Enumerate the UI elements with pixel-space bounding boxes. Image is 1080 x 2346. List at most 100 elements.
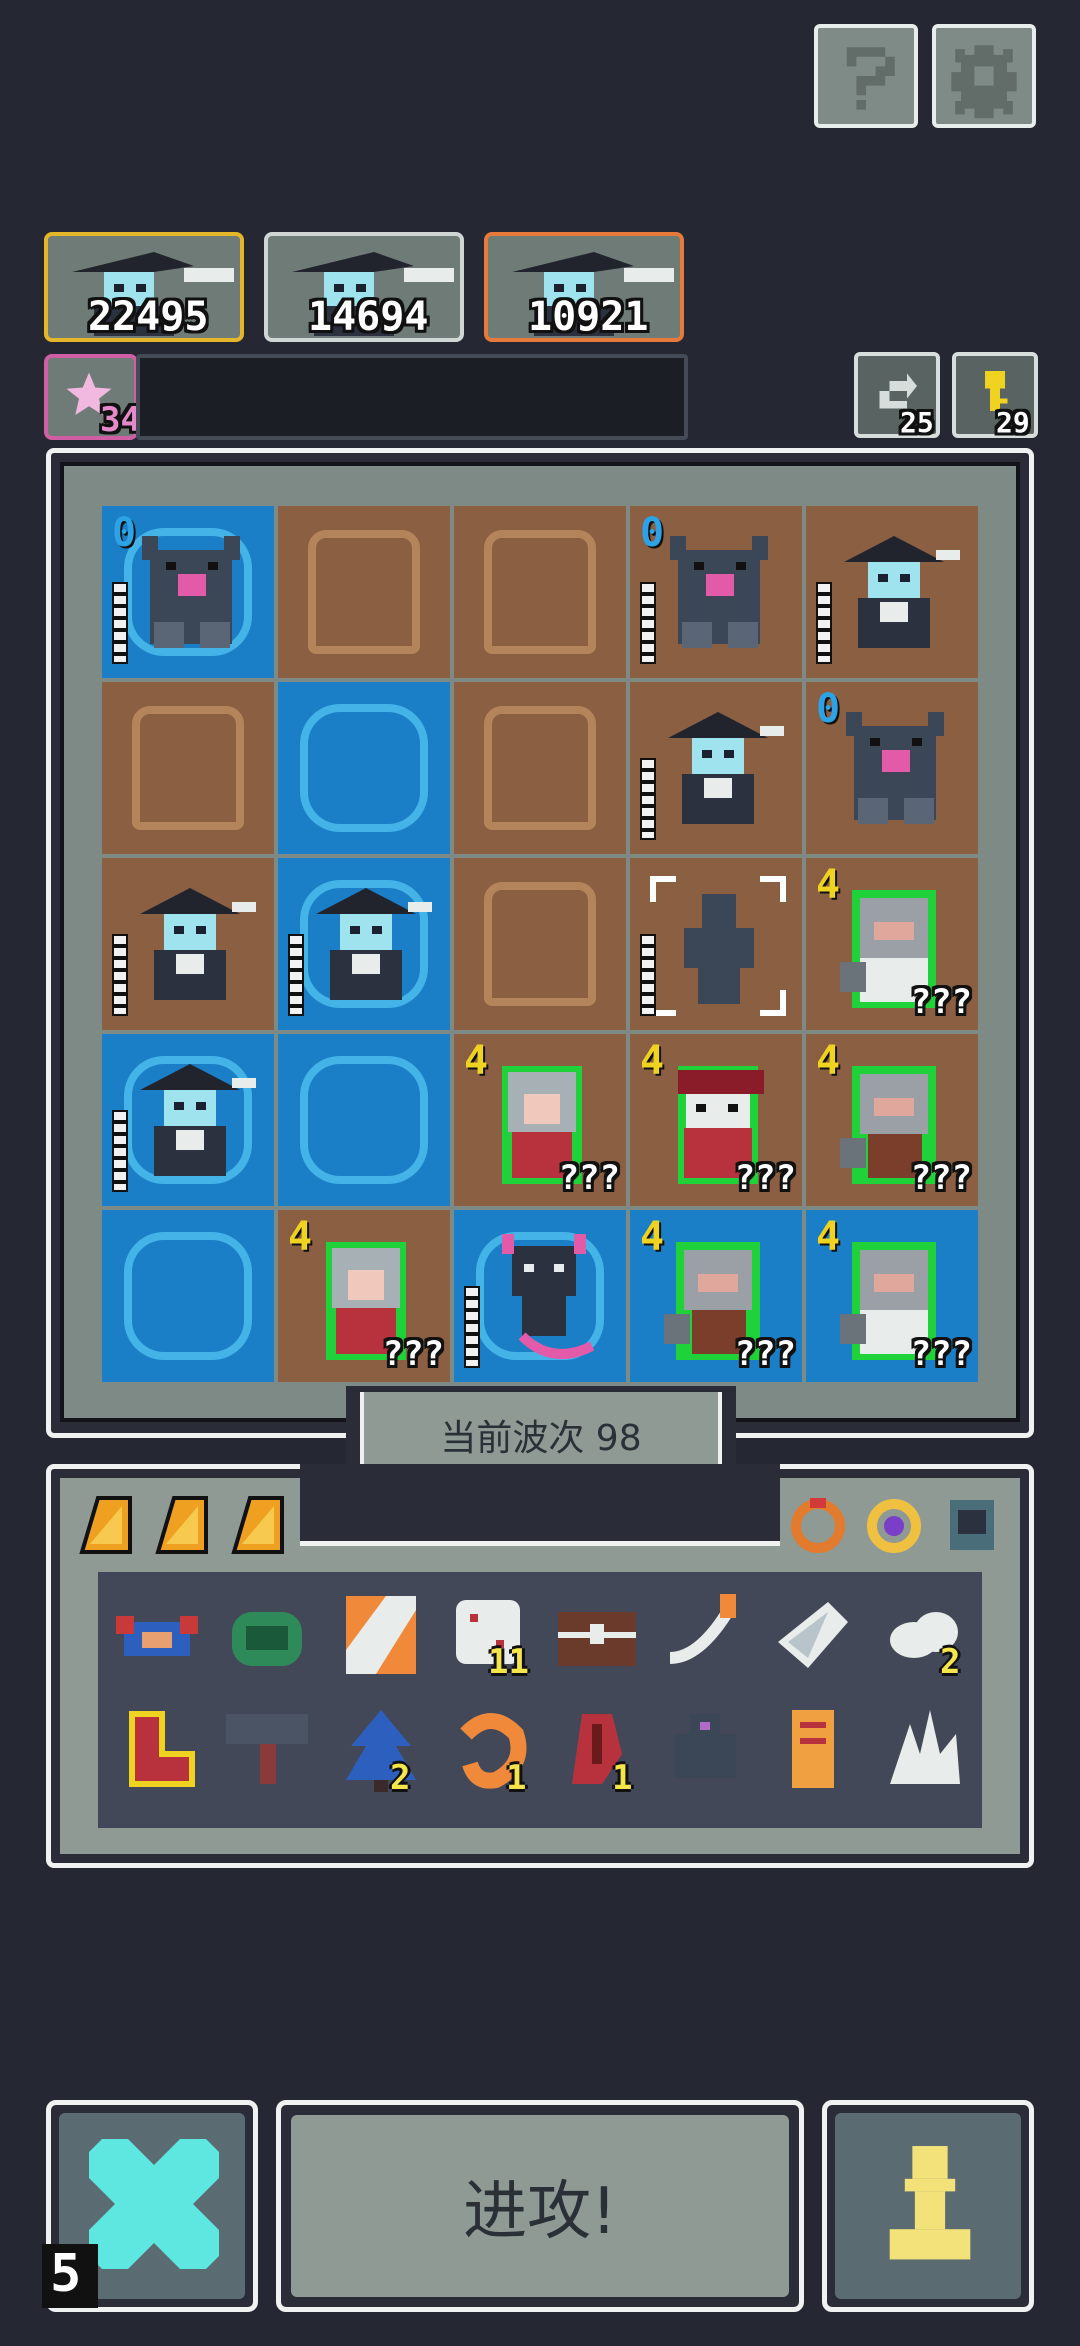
ring-icons[interactable] <box>788 1492 1008 1558</box>
ground-tile-shape <box>132 706 244 830</box>
unit-level: 0 <box>816 686 841 732</box>
unit-level: 4 <box>816 1214 841 1260</box>
chest-icon[interactable] <box>552 1592 642 1682</box>
unit-level: 4 <box>288 1214 313 1260</box>
cheese-tab-icons[interactable] <box>78 1488 298 1558</box>
ronin-unit[interactable] <box>824 522 964 666</box>
ronin-unit[interactable] <box>120 874 260 1018</box>
feather-knife-icon[interactable] <box>660 1588 750 1678</box>
health-bar <box>112 934 128 1016</box>
board-cell[interactable] <box>630 682 802 854</box>
unknown-stat: ??? <box>734 1158 796 1198</box>
gear-icon <box>951 45 1017 119</box>
ground-tile-shape <box>484 530 596 654</box>
flag-icon[interactable] <box>336 1590 426 1680</box>
board-cell[interactable] <box>102 682 274 854</box>
health-bar <box>288 934 304 1016</box>
board-cell[interactable]: 4 ??? <box>630 1210 802 1382</box>
board-cell[interactable]: 0 <box>102 506 274 678</box>
unknown-stat: ??? <box>382 1334 444 1374</box>
board-cell[interactable] <box>278 682 450 854</box>
ronin-unit[interactable] <box>648 698 788 842</box>
unknown-stat: ??? <box>910 1158 972 1198</box>
board-cell[interactable] <box>102 1210 274 1382</box>
unit-level: 0 <box>112 510 137 556</box>
board-cell[interactable] <box>454 682 626 854</box>
character-button[interactable] <box>822 2100 1034 2312</box>
unit-level: 4 <box>464 1038 489 1084</box>
scroll-icon[interactable] <box>768 1704 858 1794</box>
board-cell[interactable]: 4 ??? <box>806 1034 978 1206</box>
hammer-icon[interactable] <box>222 1704 312 1794</box>
question-icon <box>846 47 895 110</box>
board-cell[interactable]: 4 ??? <box>454 1034 626 1206</box>
water-tile-shape <box>300 1056 428 1184</box>
board-cell[interactable] <box>454 1210 626 1382</box>
shell-icon[interactable] <box>222 1592 312 1682</box>
help-button[interactable] <box>814 24 918 128</box>
golem-unit[interactable] <box>648 522 788 666</box>
board-cell[interactable]: 0 <box>630 506 802 678</box>
unit-level: 4 <box>640 1038 665 1084</box>
refresh-count: 25 <box>900 406 934 439</box>
star-progress-bar <box>136 354 688 440</box>
ground-tile-shape <box>484 882 596 1006</box>
health-bar <box>112 582 128 664</box>
board-cell[interactable] <box>278 506 450 678</box>
health-bar <box>112 1110 128 1192</box>
unknown-stat: ??? <box>910 1334 972 1374</box>
ground-tile-shape <box>308 530 420 654</box>
board-cell[interactable] <box>630 858 802 1030</box>
key-count: 29 <box>996 406 1030 439</box>
hero-score-3: 10921 <box>528 294 649 340</box>
crab-icon[interactable] <box>112 1592 202 1682</box>
board-cell[interactable] <box>806 506 978 678</box>
health-bar <box>640 934 656 1016</box>
health-bar <box>640 582 656 664</box>
sock-icon[interactable] <box>112 1704 202 1794</box>
star-count: 34 <box>100 400 141 440</box>
unknown-stat: ??? <box>558 1158 620 1198</box>
water-tile-shape <box>124 1232 252 1360</box>
settings-button[interactable] <box>932 24 1036 128</box>
ronin-unit[interactable] <box>296 874 436 1018</box>
board-cell[interactable]: 4 ??? <box>806 1210 978 1382</box>
unit-level: 0 <box>640 510 665 556</box>
hero-score-2: 14694 <box>308 294 429 340</box>
board-cell[interactable] <box>454 858 626 1030</box>
board-cell[interactable] <box>454 506 626 678</box>
attack-button[interactable]: 进攻! <box>276 2100 804 2312</box>
water-tile-shape <box>300 704 428 832</box>
pawn-icon <box>889 2146 971 2260</box>
ronin-unit[interactable] <box>120 1050 260 1194</box>
unit-level: 4 <box>816 1038 841 1084</box>
statue-unit[interactable] <box>648 874 788 1018</box>
turn-counter: 5 <box>50 2244 82 2304</box>
unit-level: 4 <box>816 862 841 908</box>
health-bar <box>640 758 656 840</box>
dragon-unit[interactable] <box>472 1226 612 1370</box>
wave-label: 当前波次 98 <box>440 1418 642 1459</box>
attack-label: 进攻! <box>463 2175 617 2249</box>
board-cell[interactable]: 4 ??? <box>278 1210 450 1382</box>
board-cell[interactable] <box>278 858 450 1030</box>
crystal-icon[interactable] <box>880 1704 970 1794</box>
unknown-stat: ??? <box>734 1334 796 1374</box>
health-bar <box>464 1286 480 1368</box>
crossed-swords-icon <box>89 2139 219 2269</box>
board-cell[interactable] <box>278 1034 450 1206</box>
unit-level: 4 <box>640 1214 665 1260</box>
ground-tile-shape <box>484 706 596 830</box>
wing-icon[interactable] <box>768 1592 858 1682</box>
health-bar <box>816 582 832 664</box>
board-cell[interactable]: 4 ??? <box>806 858 978 1030</box>
hero-score-1: 22495 <box>88 294 209 340</box>
unknown-stat: ??? <box>910 982 972 1022</box>
board-cell[interactable] <box>102 1034 274 1206</box>
board-cell[interactable] <box>102 858 274 1030</box>
board-cell[interactable]: 4 ??? <box>630 1034 802 1206</box>
golem-unit[interactable] <box>824 698 964 842</box>
golem-unit[interactable] <box>120 522 260 666</box>
beast-icon[interactable] <box>660 1704 750 1794</box>
board-cell[interactable]: 0 <box>806 682 978 854</box>
